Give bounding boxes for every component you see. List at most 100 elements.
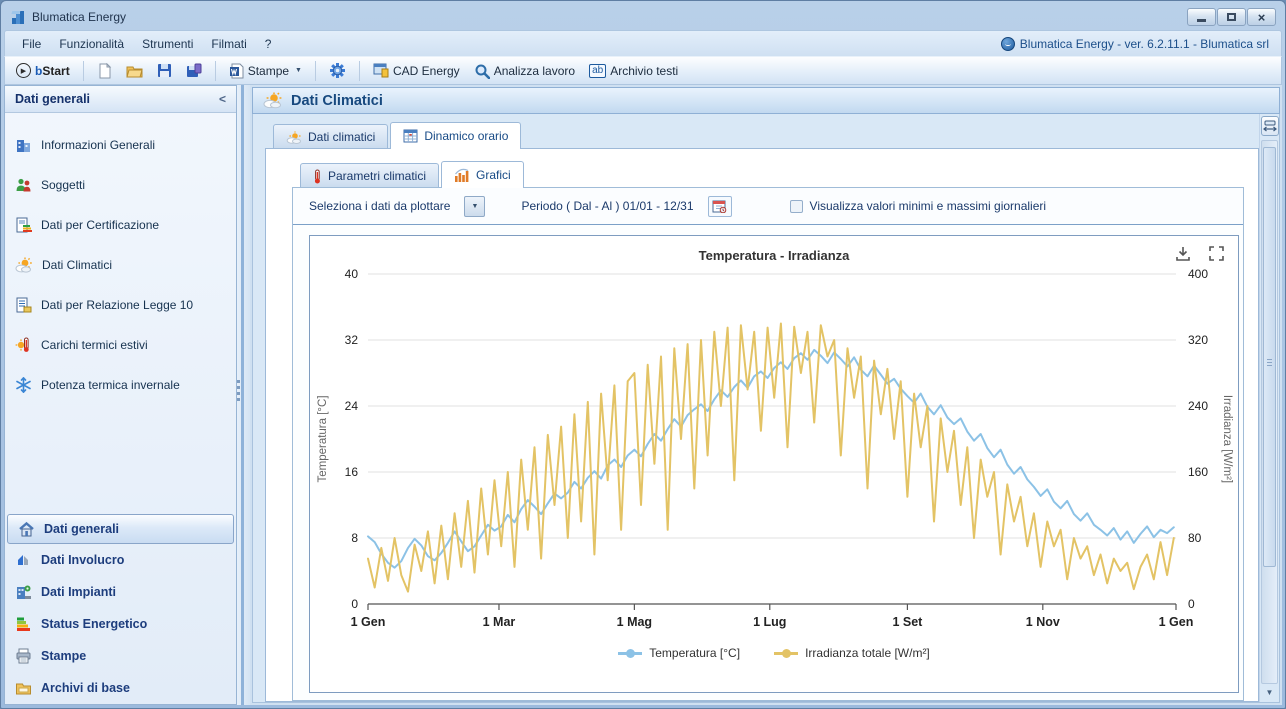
sidebar-item-dati-climatici[interactable]: Dati Climatici: [5, 245, 236, 285]
save-all-button[interactable]: [181, 60, 207, 81]
nav-dati-impianti[interactable]: Dati Impianti: [5, 576, 236, 608]
line-chart: 00880161602424032320404001 Gen1 Mar1 Mag…: [310, 266, 1240, 638]
sun-cloud-icon: [15, 257, 33, 273]
sidebar-item-relazione-legge10[interactable]: Dati per Relazione Legge 10: [5, 285, 236, 325]
title-bar: Blumatica Energy ×: [4, 4, 1282, 30]
people-icon: [15, 177, 32, 193]
sun-cloud-icon: [263, 92, 283, 109]
menu-help[interactable]: ?: [256, 33, 281, 55]
tab-label: Dati climatici: [308, 130, 375, 144]
sun-cloud-icon: [286, 131, 302, 144]
toolbar-separator: [83, 61, 84, 81]
period-calendar-button[interactable]: [708, 196, 732, 217]
legend-label: Irradianza totale [W/m²]: [805, 646, 930, 660]
scroll-down-button[interactable]: ▼: [1261, 684, 1278, 700]
svg-text:160: 160: [1188, 465, 1208, 479]
close-icon: ×: [1258, 10, 1266, 25]
analizza-lavoro-button[interactable]: Analizza lavoro: [469, 60, 580, 82]
svg-text:1 Lug: 1 Lug: [753, 615, 786, 629]
splitter-grip: [237, 377, 241, 401]
tab-dinamico-orario[interactable]: Dinamico orario: [390, 122, 521, 149]
nav-item-label: Dati Involucro: [41, 553, 124, 567]
archivio-testi-button[interactable]: ab Archivio testi: [584, 61, 683, 81]
new-document-button[interactable]: [92, 60, 117, 82]
period-label: Periodo ( Dal - Al ) 01/01 - 12/31: [521, 199, 693, 213]
minimize-button[interactable]: [1187, 8, 1216, 26]
app-logo-icon: [10, 9, 26, 25]
sun-thermometer-icon: [15, 337, 32, 353]
menu-filmati[interactable]: Filmati: [202, 33, 255, 55]
minmax-checkbox[interactable]: [790, 200, 803, 213]
chart-legend: Temperatura [°C] Irradianza totale [W/m²…: [310, 638, 1238, 668]
work-area: Dati climatici Dinamico orario Para: [253, 114, 1259, 702]
window-body: Dati generali < Informazioni Generali So…: [4, 85, 1282, 705]
menu-file[interactable]: File: [13, 33, 50, 55]
sidebar-item-carichi-termici-estivi[interactable]: Carichi termici estivi: [5, 325, 236, 365]
svg-text:1 Mag: 1 Mag: [617, 615, 652, 629]
menu-funzionalita[interactable]: Funzionalità: [50, 33, 133, 55]
new-document-icon: [97, 63, 112, 79]
hourly-table-icon: [403, 129, 418, 143]
maximize-icon: [1227, 13, 1236, 21]
snowflake-icon: [15, 377, 32, 393]
report-doc-icon: [15, 297, 32, 313]
scrollbar-thumb[interactable]: [1263, 147, 1276, 567]
brand-label: Blumatica Energy - ver. 6.2.11.1 - Bluma…: [1020, 37, 1269, 51]
legend-marker-irradiance: [774, 652, 798, 655]
app-window: Blumatica Energy × File Funzionalità Str…: [0, 0, 1286, 709]
sidebar-header: Dati generali <: [5, 86, 236, 113]
page-title: Dati Climatici: [291, 93, 383, 109]
nav-dati-involucro[interactable]: Dati Involucro: [5, 544, 236, 576]
sidebar-item-dati-certificazione[interactable]: Dati per Certificazione: [5, 205, 236, 245]
sidebar-item-informazioni-generali[interactable]: Informazioni Generali: [5, 125, 236, 165]
svg-text:1 Gen: 1 Gen: [351, 615, 386, 629]
cad-energy-button[interactable]: CAD Energy: [368, 60, 465, 81]
svg-text:24: 24: [345, 399, 359, 413]
sidebar-item-soggetti[interactable]: Soggetti: [5, 165, 236, 205]
tab-grafici[interactable]: Grafici: [441, 161, 524, 188]
bstart-button[interactable]: ▶ bStart: [11, 60, 75, 81]
maximize-button[interactable]: [1217, 8, 1246, 26]
collapse-sidebar-icon[interactable]: <: [219, 92, 226, 106]
sidebar-splitter[interactable]: [237, 85, 250, 705]
sidebar-item-label: Dati per Certificazione: [41, 218, 159, 232]
brand-icon: [1001, 37, 1015, 51]
vertical-scrollbar[interactable]: [1261, 140, 1278, 684]
printer-icon: [15, 648, 32, 664]
tab-dati-climatici[interactable]: Dati climatici: [273, 124, 388, 149]
nav-item-label: Dati generali: [44, 522, 119, 536]
menu-bar: File Funzionalità Strumenti Filmati ? Bl…: [4, 30, 1282, 56]
sidebar-item-potenza-termica-invernale[interactable]: Potenza termica invernale: [5, 365, 236, 405]
ab-icon: ab: [589, 64, 606, 78]
legend-temperatura[interactable]: Temperatura [°C]: [618, 646, 740, 660]
nav-status-energetico[interactable]: Status Energetico: [5, 608, 236, 640]
tab-parametri-climatici[interactable]: Parametri climatici: [300, 163, 439, 188]
save-button[interactable]: [152, 60, 177, 81]
archive-folder-icon: [15, 680, 32, 696]
sidebar-spacer: [5, 405, 236, 514]
menu-strumenti[interactable]: Strumenti: [133, 33, 202, 55]
open-button[interactable]: [121, 60, 148, 81]
envelope-house-icon: [15, 552, 32, 568]
legend-irradianza[interactable]: Irradianza totale [W/m²]: [774, 646, 930, 660]
nav-item-label: Stampe: [41, 649, 86, 663]
plot-select-dropdown-button[interactable]: ▼: [464, 196, 485, 217]
svg-text:Irradianza [W/m²]: Irradianza [W/m²]: [1221, 395, 1233, 483]
cad-energy-label: CAD Energy: [393, 64, 460, 78]
nav-dati-generali[interactable]: Dati generali: [7, 514, 234, 544]
sidebar-item-label: Dati per Relazione Legge 10: [41, 298, 193, 312]
stampe-button[interactable]: Stampe ▼: [224, 60, 307, 82]
nav-archivi-di-base[interactable]: Archivi di base: [5, 672, 236, 704]
svg-text:32: 32: [345, 333, 359, 347]
svg-text:0: 0: [351, 597, 358, 611]
word-doc-icon: [229, 63, 244, 79]
sidebar-item-label: Soggetti: [41, 178, 85, 192]
svg-text:80: 80: [1188, 531, 1202, 545]
settings-button[interactable]: [324, 59, 351, 82]
fit-width-button[interactable]: [1261, 116, 1279, 136]
nav-stampe[interactable]: Stampe: [5, 640, 236, 672]
close-button[interactable]: ×: [1247, 8, 1276, 26]
download-chart-icon[interactable]: [1175, 246, 1191, 261]
archivio-testi-label: Archivio testi: [610, 64, 678, 78]
fullscreen-icon[interactable]: [1209, 246, 1224, 261]
